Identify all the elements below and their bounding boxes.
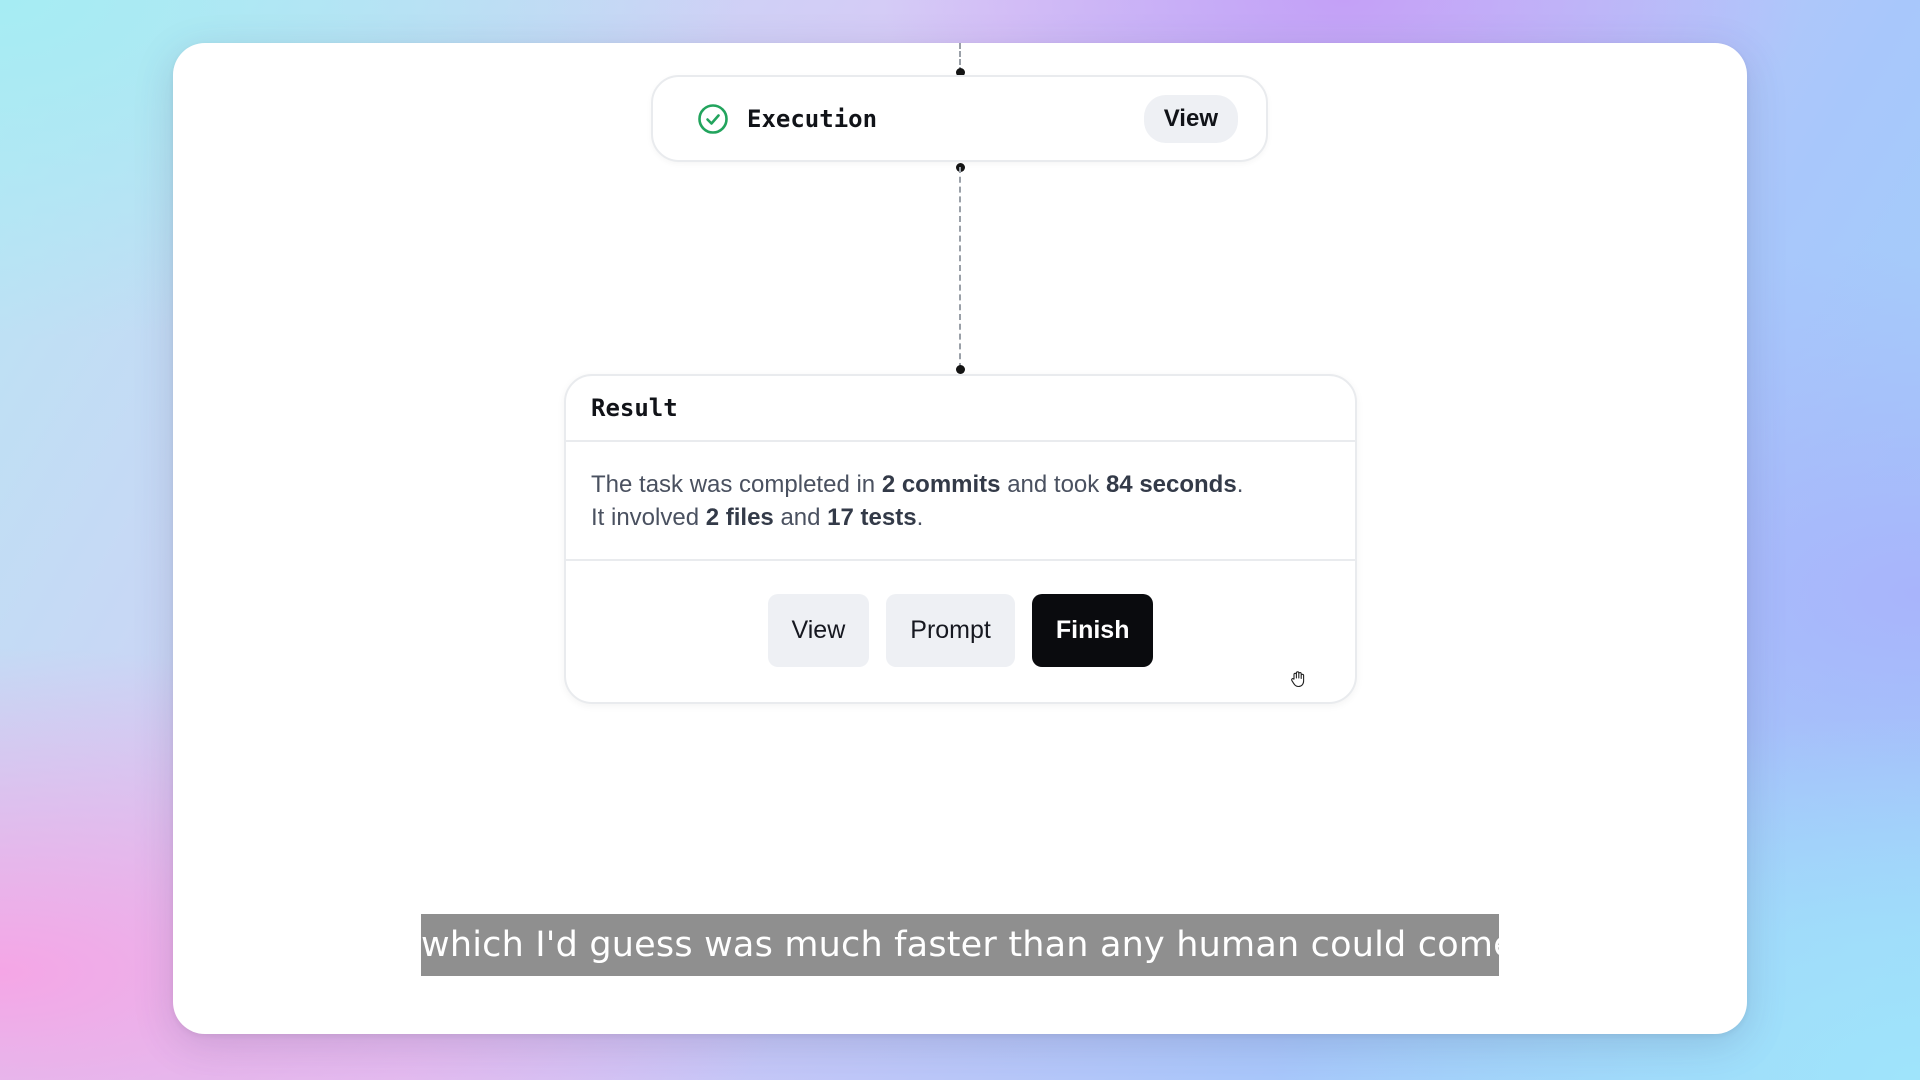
execution-title: Execution [747, 104, 878, 133]
summary-line-2: It involved 2 files and 17 tests. [591, 501, 1330, 534]
video-caption: which I'd guess was much faster than any… [421, 914, 1515, 976]
view-button[interactable]: View [767, 594, 870, 667]
summary-text: The task was completed in [591, 471, 882, 498]
result-card: Result The task was completed in 2 commi… [564, 374, 1357, 704]
result-header: Result [566, 376, 1355, 442]
result-actions: View Prompt Finish [566, 561, 1355, 667]
summary-text: It involved [591, 504, 706, 531]
summary-line-1: The task was completed in 2 commits and … [591, 468, 1330, 501]
summary-text: . [1236, 471, 1244, 498]
prompt-button[interactable]: Prompt [886, 594, 1015, 667]
grab-hand-icon [1291, 671, 1305, 688]
result-title: Result [591, 394, 678, 422]
result-summary: The task was completed in 2 commits and … [566, 442, 1355, 561]
workflow-canvas: Execution View Result The task was compl… [173, 43, 1747, 1034]
tests-count: 17 tests [827, 504, 917, 531]
connector-dot [956, 365, 965, 374]
commits-count: 2 commits [881, 471, 1001, 498]
duration-value: 84 seconds [1105, 471, 1237, 498]
finish-button[interactable]: Finish [1031, 594, 1154, 667]
execution-node[interactable]: Execution View [651, 75, 1268, 162]
check-circle-icon [698, 103, 728, 134]
summary-text: and took [1000, 471, 1106, 498]
files-count: 2 files [705, 504, 774, 531]
execution-view-button[interactable]: View [1143, 94, 1238, 143]
connector-line-middle [959, 167, 961, 369]
summary-text: . [916, 504, 924, 531]
summary-text: and [773, 504, 828, 531]
